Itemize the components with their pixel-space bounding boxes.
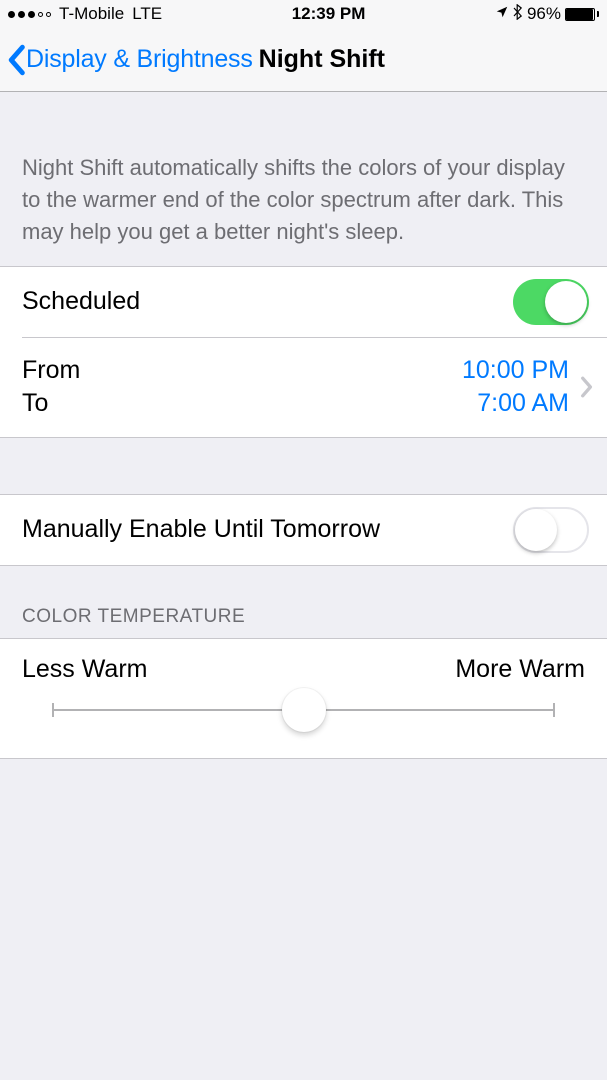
scheduled-row: Scheduled [0,267,607,337]
status-bar: T-Mobile LTE 12:39 PM 96% [0,0,607,28]
intro-text: Night Shift automatically shifts the col… [0,92,607,266]
color-temperature-header: COLOR TEMPERATURE [0,566,607,638]
to-time: 7:00 AM [477,389,569,418]
manual-enable-label: Manually Enable Until Tomorrow [22,515,380,544]
network-type: LTE [132,4,162,24]
from-label: From [22,356,80,385]
chevron-right-icon [575,376,597,398]
slider-knob[interactable] [282,688,326,732]
more-warm-label: More Warm [455,655,585,684]
manual-enable-row: Manually Enable Until Tomorrow [0,495,607,565]
location-icon [495,5,509,23]
scheduled-group: Scheduled From To 10:00 PM 7:00 AM [0,266,607,438]
to-label: To [22,389,80,418]
nav-bar: Display & Brightness Night Shift [0,28,607,92]
schedule-times-row[interactable]: From To 10:00 PM 7:00 AM [0,337,607,437]
battery-icon [565,8,599,21]
bluetooth-icon [513,4,523,24]
battery-pct: 96% [527,4,561,24]
clock: 12:39 PM [292,4,366,24]
back-label: Display & Brightness [26,45,253,74]
signal-strength-icon [8,11,51,18]
back-button[interactable]: Display & Brightness [6,44,253,76]
manual-group: Manually Enable Until Tomorrow [0,494,607,566]
scheduled-label: Scheduled [22,287,140,316]
scheduled-switch[interactable] [513,279,589,325]
from-time: 10:00 PM [462,356,569,385]
color-temperature-cell: Less Warm More Warm [0,638,607,759]
color-temperature-slider[interactable] [52,690,555,730]
page-title: Night Shift [259,45,385,74]
carrier-label: T-Mobile [59,4,124,24]
schedule-time-labels: From To [22,356,80,418]
schedule-time-values: 10:00 PM 7:00 AM [80,356,575,418]
manual-enable-switch[interactable] [513,507,589,553]
status-right: 96% [495,4,599,24]
chevron-left-icon [6,44,26,76]
status-left: T-Mobile LTE [8,4,162,24]
less-warm-label: Less Warm [22,655,147,684]
